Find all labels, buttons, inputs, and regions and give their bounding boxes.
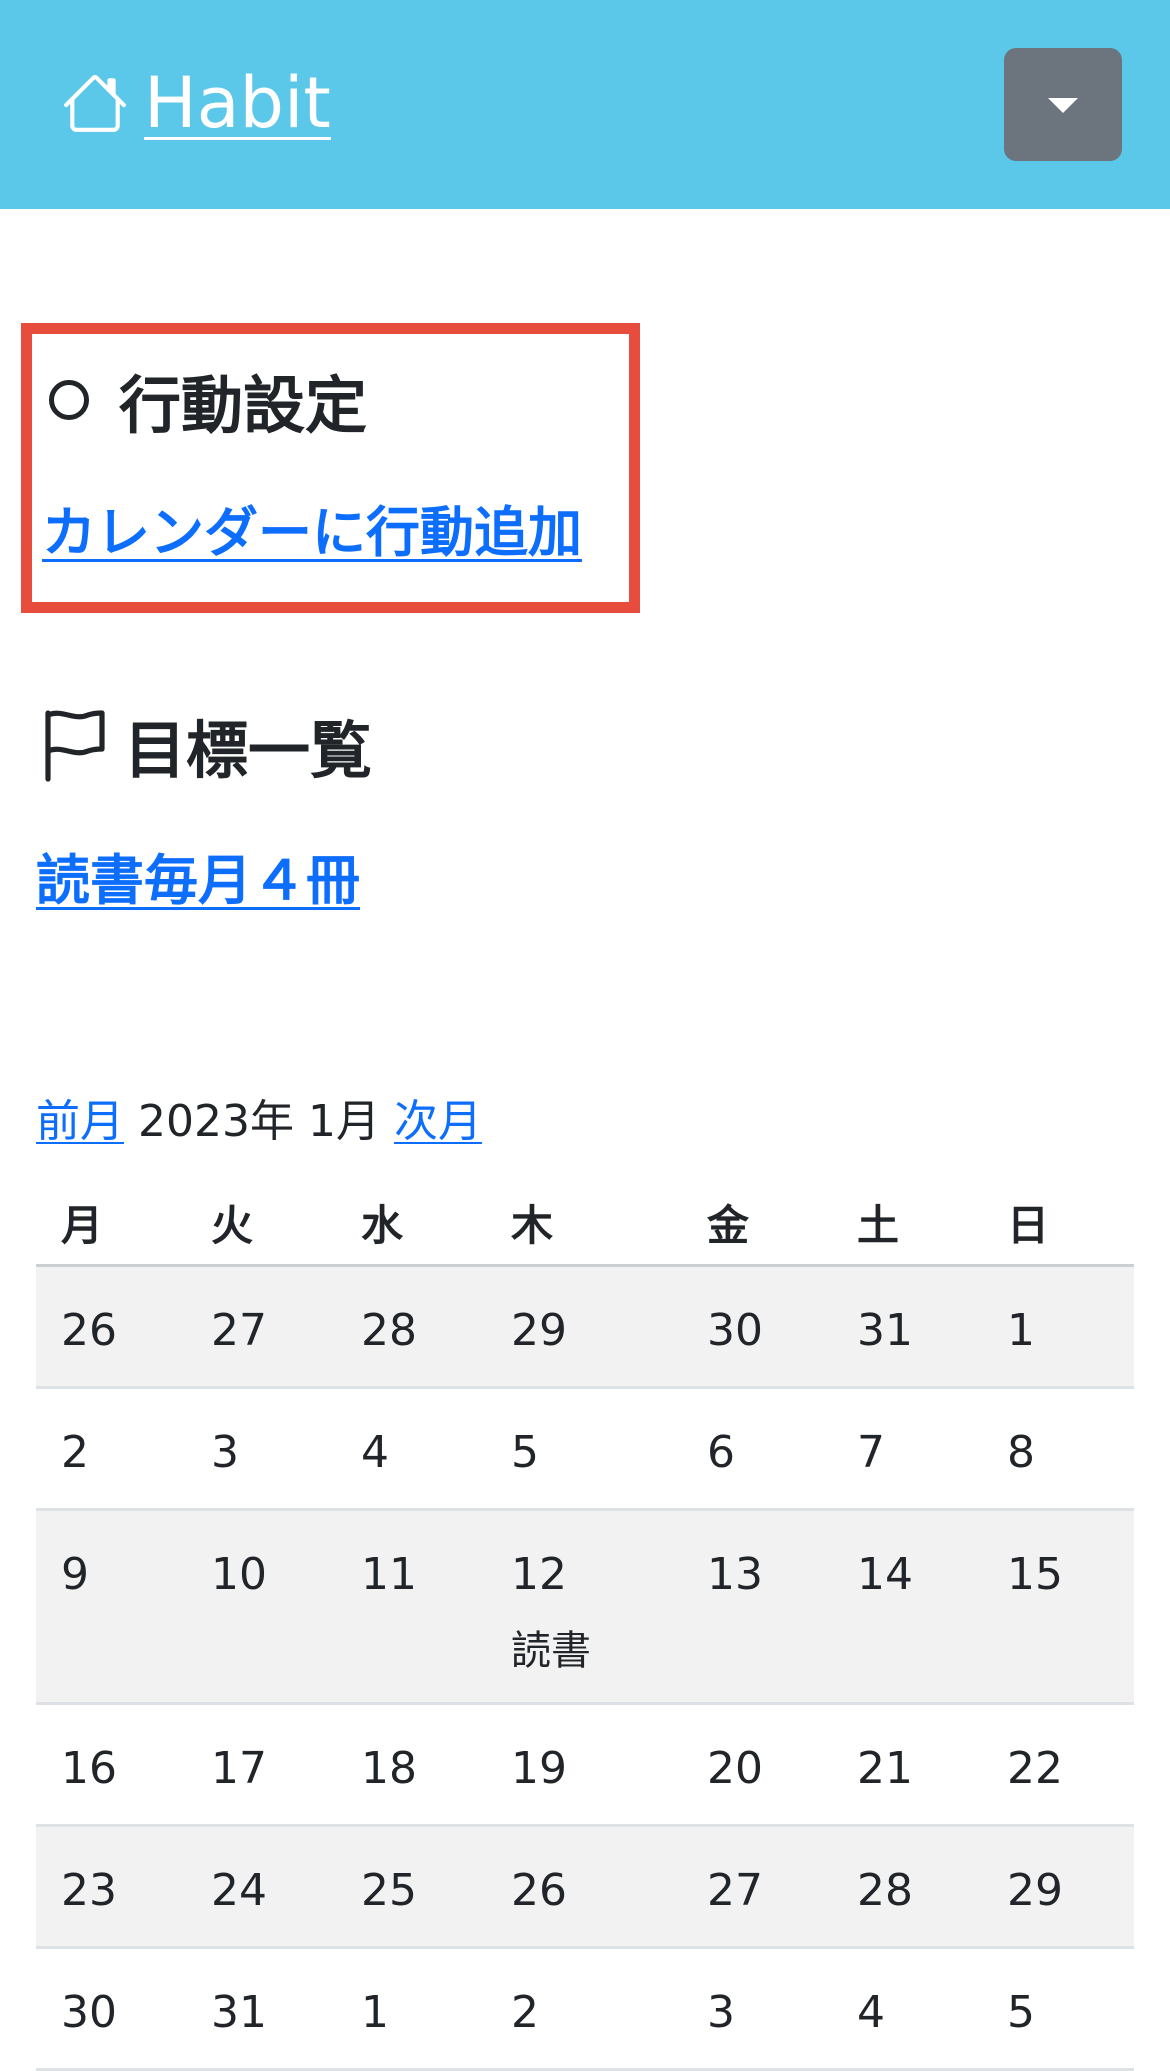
day-cell[interactable]: 7 xyxy=(832,1389,982,1508)
day-cell[interactable]: 3 xyxy=(186,1389,336,1508)
day-cell[interactable]: 26 xyxy=(486,1827,682,1946)
day-cell[interactable]: 18 xyxy=(336,1705,486,1824)
day-cell[interactable]: 15 xyxy=(982,1511,1134,1702)
day-cell[interactable]: 5 xyxy=(486,1389,682,1508)
day-cell[interactable]: 1 xyxy=(336,1949,486,2068)
action-settings-title: 行動設定 xyxy=(119,369,368,442)
calendar-month-label: 2023年 1月 xyxy=(138,1096,380,1147)
calendar-week-row: 9 10 11 12 読書 13 14 15 xyxy=(36,1511,1134,1705)
caret-down-icon xyxy=(1048,98,1078,113)
day-cell[interactable]: 17 xyxy=(186,1705,336,1824)
day-cell[interactable]: 2 xyxy=(36,1389,186,1508)
day-cell[interactable]: 21 xyxy=(832,1705,982,1824)
weekday-header: 土 xyxy=(857,1201,900,1250)
day-cell[interactable]: 28 xyxy=(336,1267,486,1386)
day-cell[interactable]: 11 xyxy=(336,1511,486,1702)
day-cell[interactable]: 31 xyxy=(186,1949,336,2068)
weekday-header: 水 xyxy=(361,1201,404,1250)
weekday-header: 金 xyxy=(707,1201,750,1250)
circle-icon xyxy=(49,380,89,420)
day-cell[interactable]: 6 xyxy=(682,1389,832,1508)
day-cell[interactable]: 8 xyxy=(982,1389,1134,1508)
navbar: Habit xyxy=(0,0,1170,209)
day-cell[interactable]: 30 xyxy=(36,1949,186,2068)
day-cell[interactable]: 3 xyxy=(682,1949,832,2068)
day-cell[interactable]: 10 xyxy=(186,1511,336,1702)
weekday-header: 火 xyxy=(211,1201,254,1250)
day-cell[interactable]: 29 xyxy=(486,1267,682,1386)
day-cell[interactable]: 20 xyxy=(682,1705,832,1824)
day-cell[interactable]: 31 xyxy=(832,1267,982,1386)
day-cell[interactable]: 9 xyxy=(36,1511,186,1702)
calendar-table: 月 火 水 木 金 土 日 26 27 28 29 30 31 1 2 3 4 … xyxy=(36,1160,1134,2071)
flag-icon xyxy=(45,710,105,782)
calendar-week-row: 23 24 25 26 27 28 29 xyxy=(36,1827,1134,1949)
day-cell[interactable]: 22 xyxy=(982,1705,1134,1824)
day-cell[interactable]: 19 xyxy=(486,1705,682,1824)
prev-month-link[interactable]: 前月 xyxy=(36,1096,124,1147)
day-cell[interactable]: 24 xyxy=(186,1827,336,1946)
day-cell[interactable]: 5 xyxy=(982,1949,1134,2068)
brand-link[interactable]: Habit xyxy=(62,58,331,148)
day-cell[interactable]: 27 xyxy=(186,1267,336,1386)
brand-label[interactable]: Habit xyxy=(144,68,331,138)
add-action-to-calendar-link[interactable]: カレンダーに行動追加 xyxy=(42,488,582,567)
day-cell[interactable]: 27 xyxy=(682,1827,832,1946)
goal-list-heading: 目標一覧 xyxy=(42,705,372,787)
weekday-header-row: 月 火 水 木 金 土 日 xyxy=(36,1160,1134,1267)
day-cell[interactable]: 29 xyxy=(982,1827,1134,1946)
goal-list-title: 目標一覧 xyxy=(124,714,373,787)
day-cell[interactable]: 13 xyxy=(682,1511,832,1702)
action-settings-heading: 行動設定 xyxy=(49,360,367,442)
next-month-link[interactable]: 次月 xyxy=(394,1096,482,1147)
menu-dropdown-button[interactable] xyxy=(1004,48,1122,161)
day-cell[interactable]: 16 xyxy=(36,1705,186,1824)
calendar-week-row: 26 27 28 29 30 31 1 xyxy=(36,1267,1134,1389)
calendar-event[interactable]: 読書 xyxy=(511,1618,682,1676)
calendar-nav: 前月 2023年 1月 次月 xyxy=(36,1085,482,1149)
day-cell[interactable]: 14 xyxy=(832,1511,982,1702)
day-cell[interactable]: 2 xyxy=(486,1949,682,2068)
weekday-header: 木 xyxy=(511,1201,554,1250)
day-cell[interactable]: 28 xyxy=(832,1827,982,1946)
day-number: 12 xyxy=(511,1549,567,1600)
day-cell[interactable]: 4 xyxy=(336,1389,486,1508)
day-cell[interactable]: 1 xyxy=(982,1267,1134,1386)
day-cell[interactable]: 25 xyxy=(336,1827,486,1946)
day-cell-with-event[interactable]: 12 読書 xyxy=(486,1511,682,1702)
day-cell[interactable]: 23 xyxy=(36,1827,186,1946)
day-cell[interactable]: 4 xyxy=(832,1949,982,2068)
calendar-week-row: 16 17 18 19 20 21 22 xyxy=(36,1705,1134,1827)
calendar-week-row: 30 31 1 2 3 4 5 xyxy=(36,1949,1134,2071)
day-cell[interactable]: 26 xyxy=(36,1267,186,1386)
calendar-week-row: 2 3 4 5 6 7 8 xyxy=(36,1389,1134,1511)
weekday-header: 日 xyxy=(1007,1201,1050,1250)
weekday-header: 月 xyxy=(61,1201,104,1250)
day-cell[interactable]: 30 xyxy=(682,1267,832,1386)
goal-link[interactable]: 読書毎月４冊 xyxy=(36,836,360,915)
house-icon xyxy=(64,74,126,132)
